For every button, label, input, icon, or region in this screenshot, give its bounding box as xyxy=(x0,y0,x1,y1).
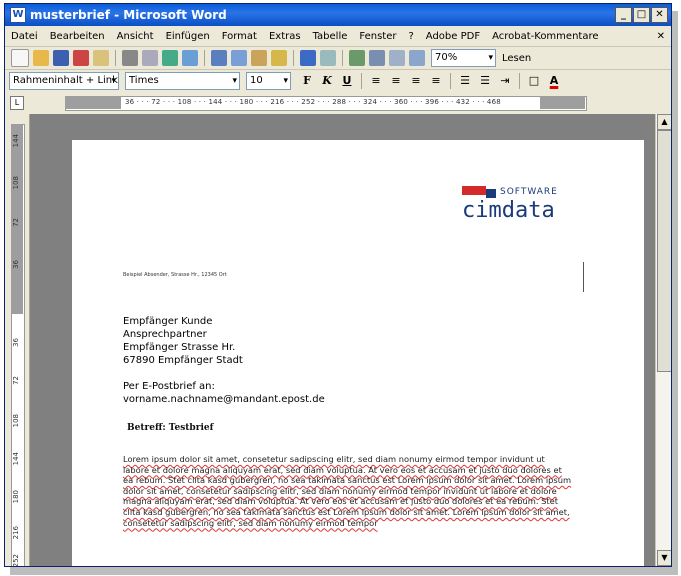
logo-software-text: SOFTWARE xyxy=(500,187,558,197)
menu-adobe-pdf[interactable]: Adobe PDF xyxy=(420,31,486,42)
menu-help[interactable]: ? xyxy=(402,31,419,42)
left-margin-marker[interactable] xyxy=(65,96,121,109)
align-right-icon[interactable]: ≡ xyxy=(408,73,424,89)
paste-icon[interactable] xyxy=(251,50,267,66)
print-icon[interactable] xyxy=(122,50,138,66)
subject-line[interactable]: Betreff: Testbrief xyxy=(127,423,213,433)
title-bar[interactable]: W musterbrief - Microsoft Word _ □ ✕ xyxy=(5,4,671,26)
menu-format[interactable]: Format xyxy=(216,31,263,42)
body-text[interactable]: Lorem ipsum dolor sit amet, consetetur s… xyxy=(123,454,573,528)
tables-icon[interactable] xyxy=(369,50,385,66)
recipient-line: Empfänger Kunde xyxy=(123,316,213,327)
v-tick: 108 xyxy=(12,176,20,190)
epost-label: Per E-Postbrief an: xyxy=(123,381,215,392)
scroll-down-icon[interactable]: ▼ xyxy=(657,550,671,566)
sender-line[interactable]: Beispiel Absender, Strasse Hr., 12345 Or… xyxy=(123,272,227,278)
recipient-line: Empfänger Strasse Hr. xyxy=(123,342,236,353)
menu-bar: Datei Bearbeiten Ansicht Einfügen Format… xyxy=(5,26,671,47)
document-area[interactable]: SOFTWARE cimdata Beispiel Absender, Stra… xyxy=(30,114,655,566)
word-window: W musterbrief - Microsoft Word _ □ ✕ Dat… xyxy=(4,3,672,567)
cut-icon[interactable] xyxy=(211,50,227,66)
research-icon[interactable] xyxy=(182,50,198,66)
menu-bearbeiten[interactable]: Bearbeiten xyxy=(44,31,111,42)
horizontal-ruler[interactable]: L 36 · · · 72 · · · 108 · · · 144 · · · … xyxy=(5,92,671,115)
word-app-icon[interactable]: W xyxy=(10,7,26,23)
border-icon[interactable]: □ xyxy=(526,73,542,89)
new-doc-icon[interactable] xyxy=(11,49,29,67)
hyperlink-icon[interactable] xyxy=(349,50,365,66)
close-button[interactable]: ✕ xyxy=(651,7,668,23)
bullets-icon[interactable]: ☰ xyxy=(477,73,493,89)
spellcheck-icon[interactable] xyxy=(162,50,178,66)
logo-name: cimdata xyxy=(462,198,555,223)
font-size-select[interactable]: 10 xyxy=(246,72,291,90)
indent-icon[interactable]: ⇥ xyxy=(497,73,513,89)
vertical-scrollbar[interactable]: ▲ ▼ xyxy=(655,114,671,566)
justify-icon[interactable]: ≡ xyxy=(428,73,444,89)
v-tick: 108 xyxy=(12,414,20,428)
recipient-address[interactable]: Empfänger Kunde Ansprechpartner Empfänge… xyxy=(123,315,243,367)
menu-tabelle[interactable]: Tabelle xyxy=(307,31,354,42)
right-margin-marker[interactable] xyxy=(540,96,585,109)
v-tick: 144 xyxy=(12,452,20,466)
menu-einfuegen[interactable]: Einfügen xyxy=(160,31,216,42)
minimize-button[interactable]: _ xyxy=(615,7,632,23)
standard-toolbar: 70% Lesen xyxy=(5,47,671,70)
align-center-icon[interactable]: ≡ xyxy=(388,73,404,89)
recipient-line: 67890 Empfänger Stadt xyxy=(123,355,243,366)
scroll-up-icon[interactable]: ▲ xyxy=(657,114,671,130)
v-tick: 72 xyxy=(12,376,20,385)
v-tick: 72 xyxy=(12,218,20,227)
close-document-icon[interactable]: ✕ xyxy=(651,31,671,42)
vertical-ruler[interactable]: 144 108 72 36 36 72 108 144 180 216 252 xyxy=(5,114,30,566)
font-select[interactable]: Times xyxy=(125,72,240,90)
print-preview-icon[interactable] xyxy=(142,50,158,66)
document-page[interactable]: SOFTWARE cimdata Beispiel Absender, Stra… xyxy=(72,140,644,566)
ruler-ticks: 36 · · · 72 · · · 108 · · · 144 · · · 18… xyxy=(125,98,501,106)
style-select[interactable]: Rahmeninhalt + Link xyxy=(9,72,119,90)
numbering-icon[interactable]: ☰ xyxy=(457,73,473,89)
insert-table-icon[interactable] xyxy=(389,50,405,66)
menu-acrobat-kommentare[interactable]: Acrobat-Kommentare xyxy=(486,31,604,42)
align-left-icon[interactable]: ≡ xyxy=(368,73,384,89)
epost-block[interactable]: Per E-Postbrief an: vorname.nachname@man… xyxy=(123,380,325,406)
columns-icon[interactable] xyxy=(409,50,425,66)
menu-extras[interactable]: Extras xyxy=(263,31,307,42)
v-tick: 36 xyxy=(12,260,20,269)
recipient-line: Ansprechpartner xyxy=(123,329,207,340)
format-painter-icon[interactable] xyxy=(271,50,287,66)
open-icon[interactable] xyxy=(33,50,49,66)
maximize-button[interactable]: □ xyxy=(633,7,650,23)
cimdata-logo: SOFTWARE cimdata xyxy=(462,184,592,224)
read-button[interactable]: Lesen xyxy=(502,53,531,64)
window-title: musterbrief - Microsoft Word xyxy=(30,8,227,22)
v-tick: 252 xyxy=(12,554,20,567)
v-tick: 36 xyxy=(12,338,20,347)
tab-selector[interactable]: L xyxy=(10,96,24,110)
undo-icon[interactable] xyxy=(300,50,316,66)
copy-icon[interactable] xyxy=(231,50,247,66)
bold-button[interactable]: F xyxy=(299,73,315,89)
v-tick: 144 xyxy=(12,134,20,148)
epost-address: vorname.nachname@mandant.epost.de xyxy=(123,394,325,405)
italic-button[interactable]: K xyxy=(319,73,335,89)
redo-icon[interactable] xyxy=(320,50,336,66)
menu-fenster[interactable]: Fenster xyxy=(353,31,402,42)
underline-button[interactable]: U xyxy=(339,73,355,89)
format-toolbar: Rahmeninhalt + Link Times 10 F K U ≡ ≡ ≡… xyxy=(5,70,671,93)
menu-ansicht[interactable]: Ansicht xyxy=(111,31,160,42)
save-icon[interactable] xyxy=(53,50,69,66)
menu-datei[interactable]: Datei xyxy=(5,31,44,42)
scroll-thumb[interactable] xyxy=(657,130,671,372)
zoom-select[interactable]: 70% xyxy=(431,49,496,67)
field-border xyxy=(583,262,584,292)
permission-icon[interactable] xyxy=(73,50,89,66)
email-icon[interactable] xyxy=(93,50,109,66)
v-tick: 180 xyxy=(12,490,20,504)
font-color-icon[interactable]: A xyxy=(546,73,562,89)
v-tick: 216 xyxy=(12,526,20,540)
